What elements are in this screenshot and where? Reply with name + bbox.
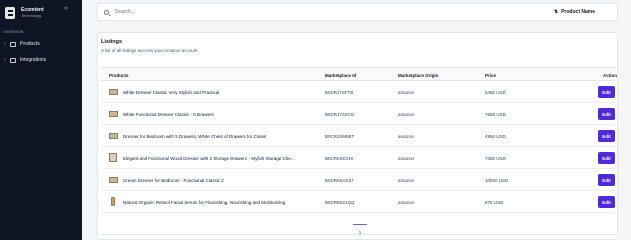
price: 675 USD <box>485 200 504 205</box>
brand-sub: Technology <box>21 12 42 18</box>
listings-panel: Listings A list of all listings accross … <box>97 32 618 240</box>
marketplace-origin: amazon <box>398 90 415 95</box>
column-header-products[interactable]: Products <box>109 73 129 78</box>
brand: Ecomtent Technology <box>0 0 82 20</box>
edit-button[interactable]: Edit <box>598 196 615 208</box>
sidebar-item-integrations[interactable]: › Integrations <box>0 54 82 66</box>
price: 10000 USD <box>485 178 509 183</box>
price: 4950 USD <box>485 134 506 139</box>
marketplace-origin: amazon <box>398 112 415 117</box>
double-chevron-left-icon[interactable]: « <box>64 5 68 12</box>
sidebar-item-label: Products <box>20 41 40 47</box>
table-header: Products Marketplace Id Marketplace Orig… <box>101 67 617 81</box>
table-row[interactable]: White Functional Dresser Classic - 6 Dra… <box>101 103 615 125</box>
marketplace-id: B0CRJY2ZCG <box>325 112 355 117</box>
product-thumbnail <box>109 153 117 162</box>
product-thumbnail <box>109 177 118 183</box>
page-number[interactable]: 1 <box>353 230 367 235</box>
table-row[interactable]: Elegant and Functional Wood Dresser with… <box>101 147 615 169</box>
ecomtent-logo-icon <box>5 6 15 19</box>
product-name: White Functional Dresser Classic - 6 Dra… <box>123 112 214 117</box>
column-header-marketplace-id[interactable]: Marketplace Id <box>325 73 356 78</box>
listings-table: Products Marketplace Id Marketplace Orig… <box>101 67 617 213</box>
marketplace-id: B0CRK5DJ1K <box>325 156 354 161</box>
marketplace-origin: amazon <box>398 156 415 161</box>
table-row[interactable]: Natural Organic Retinol Facial Serum for… <box>101 191 615 213</box>
product-thumbnail <box>109 111 118 117</box>
edit-button[interactable]: Edit <box>598 86 615 98</box>
sidebar-section-label: OVERVIEW <box>3 30 24 34</box>
product-thumbnail <box>111 197 115 206</box>
sort-icon: ⇅ <box>553 9 559 15</box>
search-icon <box>104 9 109 15</box>
product-name: White Dresser Classic Very Stylish and P… <box>123 90 220 95</box>
marketplace-id: B0CRB921QQ <box>325 200 355 205</box>
page-title: Listings <box>101 39 123 45</box>
plug-icon <box>10 57 16 63</box>
price: 7350 USD <box>485 156 506 161</box>
product-name: Elegant and Functional Wood Dresser with… <box>123 156 295 161</box>
marketplace-id: B0CRK5AK57 <box>325 178 354 183</box>
price: 5450 USD <box>485 90 506 95</box>
column-header-marketplace-origin[interactable]: Marketplace Origin <box>398 73 439 78</box>
product-name: Cream Dresser for Bedroom - Functional C… <box>123 178 224 183</box>
product-thumbnail <box>109 133 118 139</box>
box-icon <box>10 41 16 47</box>
edit-button[interactable]: Edit <box>598 152 615 164</box>
sidebar-item-label: Integrations <box>20 57 47 63</box>
pagination: 1 <box>353 224 367 235</box>
sidebar-item-products[interactable]: › Products <box>0 38 82 50</box>
brand-name: Ecomtent <box>21 6 44 13</box>
sidebar: Ecomtent Technology « OVERVIEW › Product… <box>0 0 82 240</box>
search-input[interactable] <box>115 9 535 15</box>
column-header-price[interactable]: Price <box>485 73 496 78</box>
current-page-indicator <box>353 224 367 225</box>
edit-button[interactable]: Edit <box>598 130 615 142</box>
price: 7550 USD <box>485 112 506 117</box>
product-name: Dresser for Bedroom with 5 Drawers, Whit… <box>123 134 267 139</box>
marketplace-origin: amazon <box>398 134 415 139</box>
product-name: Natural Organic Retinol Facial Serum for… <box>123 200 286 205</box>
marketplace-id: B0CRJXM6BT <box>325 134 355 139</box>
table-row[interactable]: White Dresser Classic Very Stylish and P… <box>101 81 615 103</box>
sort-filter-dropdown[interactable]: ⇅ Product Name <box>554 9 595 15</box>
edit-button[interactable]: Edit <box>598 174 615 186</box>
table-row[interactable]: Cream Dresser for Bedroom - Functional C… <box>101 169 615 191</box>
column-header-action: Action <box>603 73 617 78</box>
table-row[interactable]: Dresser for Bedroom with 5 Drawers, Whit… <box>101 125 615 147</box>
marketplace-id: B0CRJY5FTB <box>325 90 354 95</box>
marketplace-origin: amazon <box>398 200 415 205</box>
product-thumbnail <box>109 89 118 95</box>
edit-button[interactable]: Edit <box>598 108 615 120</box>
filter-label: Product Name <box>561 9 595 15</box>
marketplace-origin: amazon <box>398 178 415 183</box>
top-search-bar: ⇅ Product Name <box>97 3 618 21</box>
page-subtitle: A list of all listings accross your Amaz… <box>101 48 199 53</box>
